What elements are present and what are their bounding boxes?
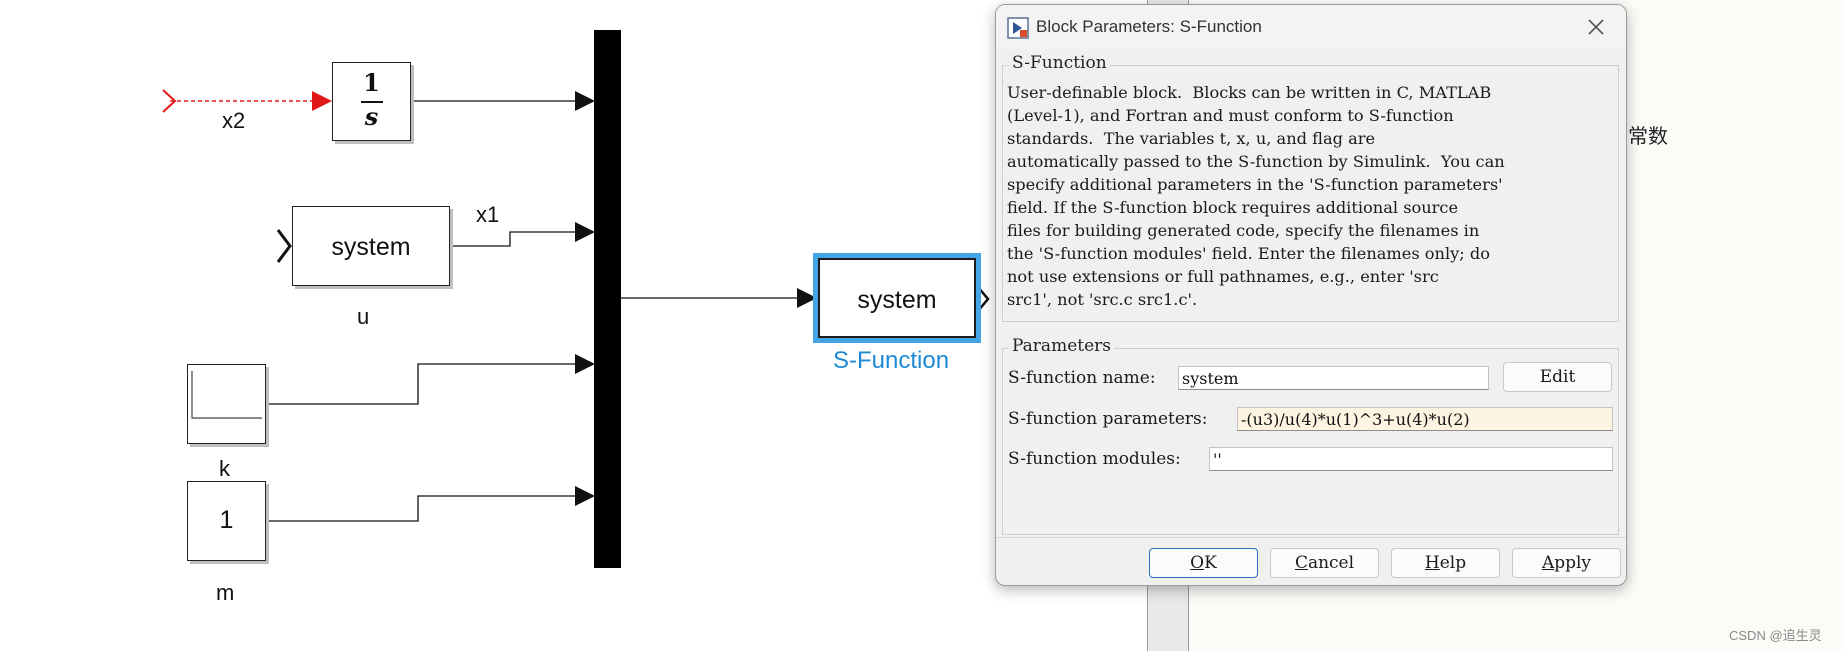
- sfunction-block-name[interactable]: S-Function: [833, 347, 949, 375]
- system-block-text: system: [331, 233, 411, 261]
- sfunction-modules-field[interactable]: [1209, 447, 1613, 471]
- system-block-name: u: [357, 304, 370, 329]
- sfunction-parameters-field[interactable]: [1237, 407, 1613, 431]
- ok-label-rest: K: [1204, 553, 1217, 573]
- sfunction-description: User-definable block. Blocks can be writ…: [1007, 83, 1505, 309]
- parameters-group-title: Parameters: [1009, 336, 1114, 356]
- sfunction-modules-label: S-function modules:: [1008, 449, 1181, 469]
- help-mnemonic: H: [1424, 553, 1440, 573]
- apply-mnemonic: A: [1541, 553, 1555, 573]
- ok-mnemonic: O: [1190, 553, 1205, 573]
- edit-button[interactable]: Edit: [1503, 362, 1612, 392]
- ok-button[interactable]: OK: [1149, 548, 1258, 578]
- sfunction-name-field[interactable]: [1178, 366, 1489, 390]
- sfunction-name-label: S-function name:: [1008, 368, 1156, 388]
- simulink-app-icon: [1007, 17, 1029, 39]
- apply-button[interactable]: Apply: [1512, 548, 1621, 578]
- integrator-block[interactable]: 1 s: [332, 62, 411, 141]
- x2-arrow: [312, 91, 332, 111]
- block-parameters-dialog: Block Parameters: S-Function S-Function …: [995, 4, 1627, 586]
- constant-block-value: 1: [219, 506, 234, 534]
- step-block[interactable]: [187, 364, 266, 444]
- step-icon: [191, 371, 262, 419]
- cancel-button[interactable]: Cancel: [1270, 548, 1379, 578]
- apply-label-rest: pply: [1554, 553, 1592, 573]
- x1-signal-label: x1: [476, 202, 500, 227]
- cancel-label-rest: ancel: [1307, 553, 1355, 573]
- help-label-rest: elp: [1439, 553, 1467, 573]
- help-button[interactable]: Help: [1391, 548, 1500, 578]
- dialog-titlebar[interactable]: Block Parameters: S-Function: [996, 5, 1626, 49]
- step-block-name: k: [219, 456, 230, 481]
- constant-block-name: m: [216, 580, 235, 605]
- close-icon[interactable]: [1584, 15, 1608, 39]
- integrator-numerator: 1: [363, 68, 380, 97]
- dialog-title: Block Parameters: S-Function: [1036, 17, 1262, 36]
- sfunction-group-title: S-Function: [1009, 53, 1110, 73]
- constant-block[interactable]: 1: [187, 481, 266, 561]
- x2-signal-label: x2: [222, 108, 246, 133]
- integrator-denominator: s: [364, 102, 379, 131]
- cancel-mnemonic: C: [1294, 553, 1308, 573]
- sfunction-block-text: system: [857, 286, 937, 314]
- footer-divider: [996, 537, 1626, 538]
- system-block[interactable]: system: [292, 206, 450, 286]
- sfunction-parameters-label: S-function parameters:: [1008, 409, 1208, 429]
- mux-block[interactable]: [594, 30, 621, 568]
- sfunction-block[interactable]: system: [813, 253, 981, 343]
